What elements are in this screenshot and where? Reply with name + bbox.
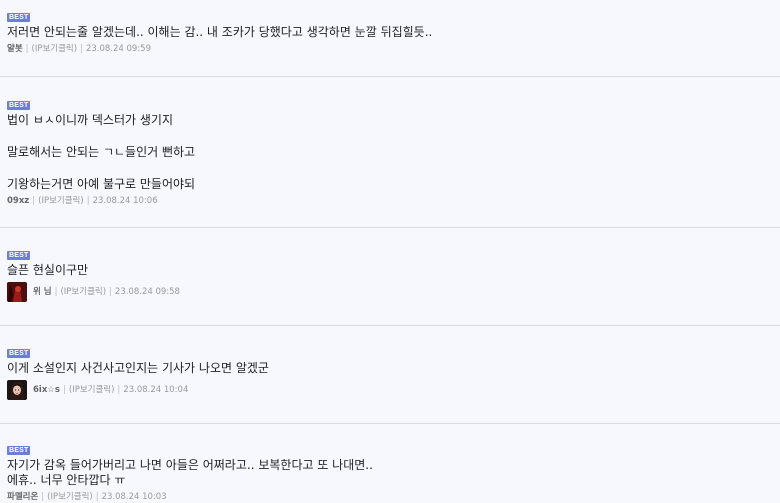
separator: | xyxy=(41,492,45,502)
comment-item: BEST 자기가 감옥 들어가버리고 나면 아들은 어쩌라고.. 보복한다고 또… xyxy=(0,437,780,503)
comment-text-line: 이게 소설인지 사건사고인지는 기사가 나오면 알겠군 xyxy=(7,361,269,375)
comment-body: 이게 소설인지 사건사고인지는 기사가 나오면 알겠군 xyxy=(7,361,780,376)
separator: | xyxy=(32,196,36,206)
comment-text-line: 에휴.. 너무 안타깝다 ㅠ xyxy=(7,473,126,487)
author-name[interactable]: 파멜리온 xyxy=(7,491,38,503)
best-badge: BEST xyxy=(7,101,31,110)
comment-divider xyxy=(0,227,780,228)
comment-item: BEST 법이 ㅂㅅ이니까 덱스터가 생기지 말로해서는 안되는 ㄱㄴ들인거 뻔… xyxy=(0,92,780,207)
comment-text-line: 기왕하는거면 아예 불구로 만들어야되 xyxy=(7,177,196,191)
avatar[interactable] xyxy=(7,282,27,302)
separator: | xyxy=(95,492,99,502)
comment-item: BEST 이게 소설인지 사건사고인지는 기사가 나오면 알겠군 6ix☆s |… xyxy=(0,340,780,400)
comment-body: 슬픈 현실이구만 xyxy=(7,263,780,278)
comment-item: BEST 슬픈 현실이구만 위 님 | (IP보기클릭) | 23.08.24 … xyxy=(0,242,780,302)
comment-list: BEST 저러면 안되는줄 알겠는데.. 이해는 감.. 내 조카가 당했다고 … xyxy=(0,0,780,503)
best-badge: BEST xyxy=(7,446,31,455)
separator: | xyxy=(63,385,66,395)
avatar[interactable] xyxy=(7,380,27,400)
timestamp: 23.08.24 10:04 xyxy=(123,385,189,395)
avatar-image xyxy=(7,282,27,302)
comment-meta: 얄봇 | (IP보기클릭) | 23.08.24 09:59 xyxy=(7,43,780,55)
avatar-image xyxy=(7,380,27,400)
author-name[interactable]: 6ix☆s xyxy=(33,384,60,396)
comment-text-line: 법이 ㅂㅅ이니까 덱스터가 생기지 xyxy=(7,113,174,127)
comment-meta: 6ix☆s | (IP보기클릭) | 23.08.24 10:04 xyxy=(7,380,780,400)
best-badge: BEST xyxy=(7,13,31,22)
comment-item: BEST 저러면 안되는줄 알겠는데.. 이해는 감.. 내 조카가 당했다고 … xyxy=(0,4,780,55)
comment-body: 자기가 감옥 들어가버리고 나면 아들은 어쩌라고.. 보복한다고 또 나대면.… xyxy=(7,458,780,488)
comment-divider xyxy=(0,423,780,424)
comment-divider xyxy=(0,325,780,326)
separator: | xyxy=(86,196,90,206)
ip-view-link[interactable]: (IP보기클릭) xyxy=(60,286,106,298)
comment-body: 법이 ㅂㅅ이니까 덱스터가 생기지 말로해서는 안되는 ㄱㄴ들인거 뻔하고 기왕… xyxy=(7,113,780,192)
comment-divider xyxy=(0,76,780,77)
author-name[interactable]: 얄봇 xyxy=(7,43,23,55)
timestamp: 23.08.24 10:06 xyxy=(92,196,158,206)
separator: | xyxy=(109,287,112,297)
timestamp: 23.08.24 09:58 xyxy=(114,287,180,297)
timestamp: 23.08.24 09:59 xyxy=(85,44,151,54)
comment-text-line: 슬픈 현실이구만 xyxy=(7,263,89,277)
separator: | xyxy=(80,44,83,54)
comment-text-line: 저러면 안되는줄 알겠는데.. 이해는 감.. 내 조카가 당했다고 생각하면 … xyxy=(7,25,433,39)
comment-meta: 파멜리온 | (IP보기클릭) | 23.08.24 10:03 xyxy=(7,491,780,503)
best-badge: BEST xyxy=(7,349,31,358)
separator: | xyxy=(25,44,29,54)
author-name[interactable]: 09xz xyxy=(7,195,29,207)
comment-text-line: 자기가 감옥 들어가버리고 나면 아들은 어쩌라고.. 보복한다고 또 나대면.… xyxy=(7,458,373,472)
ip-view-link[interactable]: (IP보기클릭) xyxy=(38,195,84,207)
author-name[interactable]: 위 님 xyxy=(33,286,52,298)
comment-meta: 위 님 | (IP보기클릭) | 23.08.24 09:58 xyxy=(7,282,780,302)
ip-view-link[interactable]: (IP보기클릭) xyxy=(32,43,78,55)
separator: | xyxy=(117,385,121,395)
ip-view-link[interactable]: (IP보기클릭) xyxy=(47,491,93,503)
ip-view-link[interactable]: (IP보기클릭) xyxy=(69,384,115,396)
best-badge: BEST xyxy=(7,251,31,260)
timestamp: 23.08.24 10:03 xyxy=(101,492,167,502)
comment-text-line: 말로해서는 안되는 ㄱㄴ들인거 뻔하고 xyxy=(7,145,196,159)
comment-meta: 09xz | (IP보기클릭) | 23.08.24 10:06 xyxy=(7,195,780,207)
separator: | xyxy=(54,287,58,297)
comment-body: 저러면 안되는줄 알겠는데.. 이해는 감.. 내 조카가 당했다고 생각하면 … xyxy=(7,25,780,40)
